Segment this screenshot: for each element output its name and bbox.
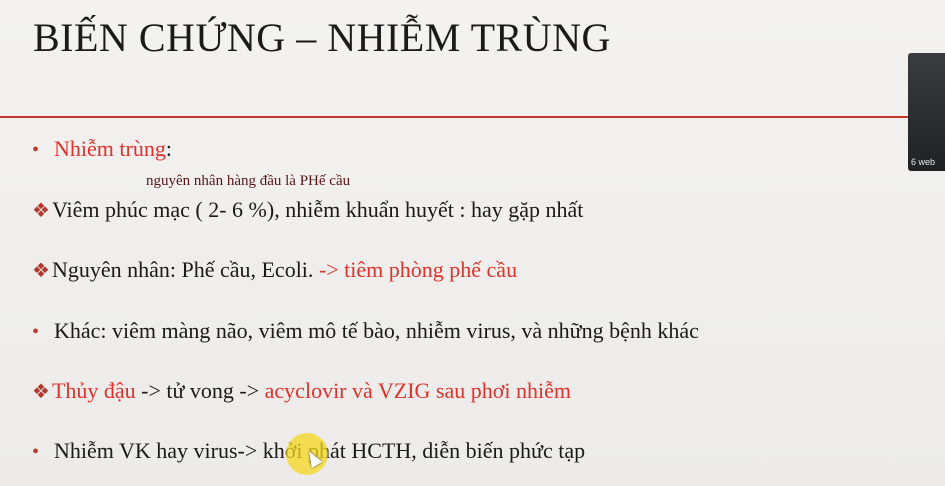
- slide: BIẾN CHỨNG – NHIỄM TRÙNG • Nhiễm trùng: n…: [0, 0, 945, 486]
- title-divider: [0, 116, 910, 118]
- line-text: Khác: viêm màng não, viêm mô tế bào, nhi…: [54, 318, 699, 343]
- line-text: :: [165, 136, 172, 161]
- line-text: Nguyên nhân: Phế cầu, Ecoli.: [51, 257, 319, 282]
- diamond-bullet-icon: ❖: [32, 200, 50, 222]
- diamond-bullet-icon: ❖: [32, 260, 50, 282]
- webcam-label: 6 web: [911, 157, 936, 167]
- webcam-thumbnail[interactable]: 6 web: [908, 53, 945, 171]
- bullet-cause: ❖Nguyên nhân: Phế cầu, Ecoli. -> tiêm ph…: [32, 257, 517, 283]
- bullet-varicella: ❖Thủy đậu -> tử vong -> acyclovir và VZI…: [32, 378, 571, 404]
- line-text-red: Nhiễm trùng: [54, 136, 166, 161]
- slide-title: BIẾN CHỨNG – NHIỄM TRÙNG: [33, 15, 611, 60]
- bullet-infection: • Nhiễm trùng:: [32, 136, 172, 162]
- line-text: Viêm phúc mạc ( 2- 6 %), nhiễm khuẩn huy…: [51, 197, 584, 222]
- bullet-other: • Khác: viêm màng não, viêm mô tế bào, nh…: [32, 318, 699, 344]
- line-text-red: -> tiêm phòng phế cầu: [318, 257, 518, 282]
- bullet-dot: •: [32, 139, 40, 161]
- handwritten-annotation: nguyên nhân hàng đầu là PHế cầu: [146, 173, 351, 189]
- bullet-dot: •: [32, 321, 40, 343]
- diamond-bullet-icon: ❖: [32, 381, 50, 403]
- line-text: -> tử vong ->: [135, 378, 265, 403]
- line-text-red: acyclovir và VZIG sau phơi nhiễm: [264, 378, 571, 403]
- line-text-red: Thủy đậu: [51, 378, 136, 403]
- bullet-dot: •: [32, 441, 40, 463]
- bullet-peritonitis: ❖Viêm phúc mạc ( 2- 6 %), nhiễm khuẩn hu…: [32, 197, 583, 223]
